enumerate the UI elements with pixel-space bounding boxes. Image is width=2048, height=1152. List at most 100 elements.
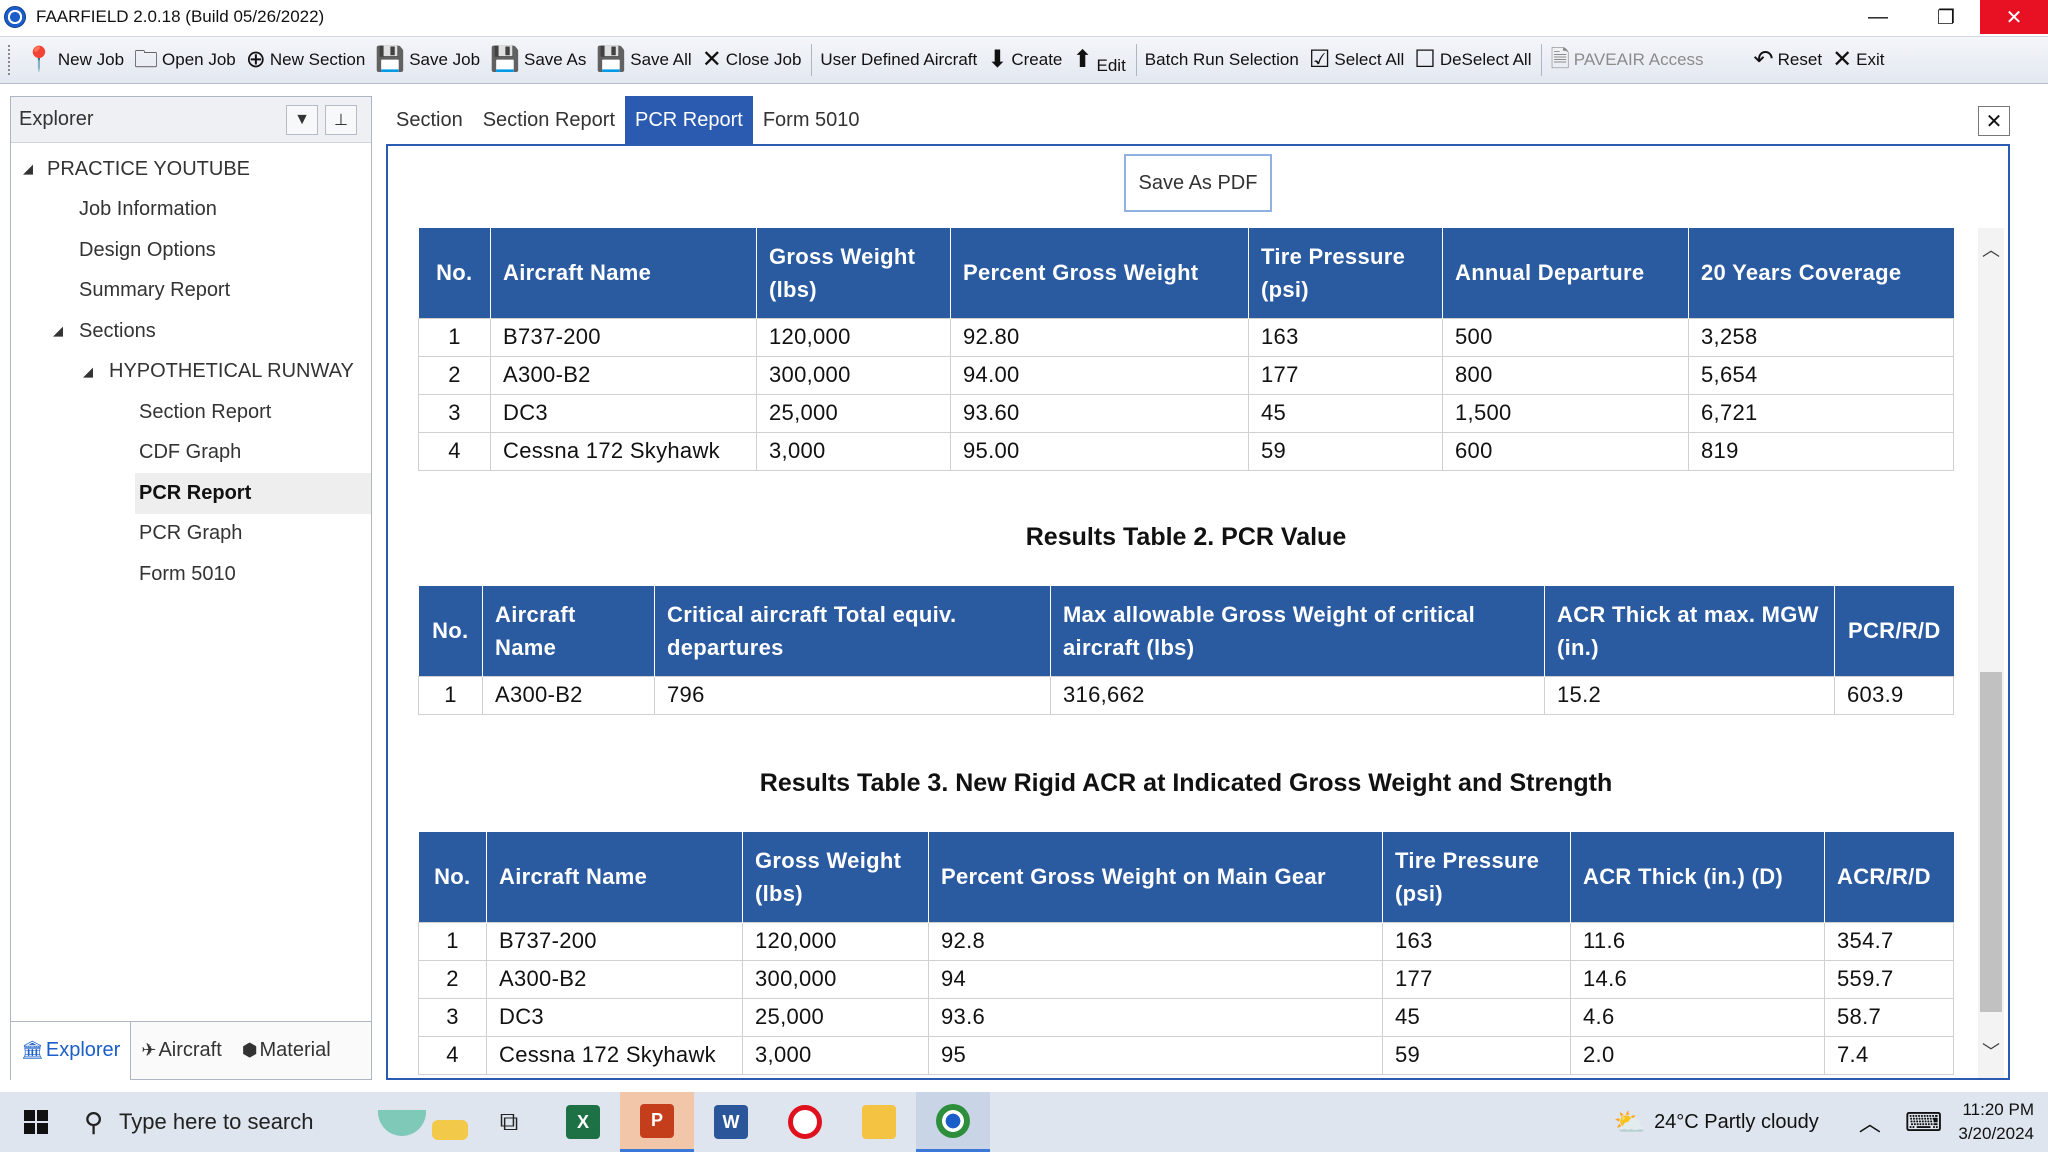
table-header-row: No. Aircraft Name Gross Weight (lbs) Per… <box>418 832 1954 922</box>
tree-item-design-options[interactable]: Design Options <box>11 230 371 271</box>
new-job-button[interactable]: 📍 New Job <box>20 40 130 80</box>
toolbar-separator <box>1541 44 1543 76</box>
report-vertical-scrollbar[interactable]: ︿ ﹀ <box>1978 228 2004 1078</box>
table-row: 1 B737-200 120,000 92.80 163 500 3,258 <box>418 317 1954 357</box>
save-as-pdf-button[interactable]: Save As PDF <box>1124 154 1272 212</box>
chevron-up-icon[interactable]: ︿ <box>1859 1106 1881 1138</box>
column-header: Percent Gross Weight <box>950 228 1249 318</box>
minimize-button[interactable]: — <box>1844 0 1912 34</box>
airplane-icon: ✈ <box>141 1040 157 1060</box>
triangle-down-icon: ▼ <box>294 111 310 128</box>
tree-item-job-information[interactable]: Job Information <box>11 190 371 231</box>
close-document-button[interactable]: ✕ <box>1978 106 2010 136</box>
tab-explorer[interactable]: 🏛 Explorer <box>11 1021 132 1080</box>
expanded-triangle-icon[interactable]: ◢ <box>23 161 41 177</box>
close-window-button[interactable]: ✕ <box>1980 0 2048 34</box>
create-button[interactable]: ⬇ Create <box>983 40 1068 80</box>
table-cell: 819 <box>1688 431 1954 471</box>
table-cell: 3 <box>418 393 491 433</box>
reset-button[interactable]: ↶ Reset <box>1750 40 1829 80</box>
clock-date: 3/20/2024 <box>1958 1124 2034 1143</box>
tree-item-root[interactable]: ◢ PRACTICE YOUTUBE <box>11 149 371 190</box>
taskbar-search[interactable]: ⚲ Type here to search <box>72 1092 372 1152</box>
taskbar-clock[interactable]: 11:20 PM 3/20/2024 <box>1942 1098 2048 1146</box>
tab-pcr-report[interactable]: PCR Report <box>625 96 753 144</box>
opera-icon <box>788 1105 822 1139</box>
deselect-all-button[interactable]: ☐ DeSelect All <box>1410 40 1537 80</box>
tree-item-sections[interactable]: ◢ Sections <box>11 311 371 352</box>
table-cell: A300-B2 <box>486 959 743 999</box>
table-cell: 177 <box>1248 355 1443 395</box>
tree-item-summary-report[interactable]: Summary Report <box>11 271 371 312</box>
exit-button[interactable]: ✕ Exit <box>1828 40 1890 80</box>
table-cell: 94 <box>928 959 1383 999</box>
tree-item-hypothetical-runway[interactable]: ◢ HYPOTHETICAL RUNWAY <box>11 352 371 393</box>
explorer-dropdown-button[interactable]: ▼ <box>286 105 318 135</box>
restore-button[interactable]: ❐ <box>1912 0 1980 34</box>
save-as-button[interactable]: 💾 Save As <box>486 40 592 80</box>
taskbar-file-explorer[interactable] <box>842 1092 916 1152</box>
tree-item-cdf-graph[interactable]: CDF Graph <box>11 433 371 474</box>
tab-aircraft[interactable]: ✈ Aircraft <box>131 1022 231 1080</box>
taskbar-opera[interactable] <box>768 1092 842 1152</box>
table-cell: 2.0 <box>1570 1035 1825 1075</box>
windows-logo-icon <box>24 1110 48 1134</box>
tree-item-pcr-report[interactable]: PCR Report <box>135 473 371 514</box>
folder-icon: 🗀 <box>134 46 159 73</box>
system-tray: ⛅ 24°C Partly cloudy ︿ ⌨ 11:20 PM 3/20/2… <box>1614 1092 2048 1152</box>
tree-item-pcr-graph[interactable]: PCR Graph <box>11 514 371 555</box>
column-header: Tire Pressure (psi) <box>1382 832 1571 922</box>
table-cell: 120,000 <box>742 921 929 961</box>
scroll-down-arrow-icon[interactable]: ﹀ <box>1978 1038 2004 1064</box>
tab-form-5010[interactable]: Form 5010 <box>753 96 870 144</box>
start-button[interactable] <box>0 1092 72 1152</box>
table-cell: 14.6 <box>1570 959 1825 999</box>
keyboard-icon[interactable]: ⌨ <box>1905 1107 1943 1138</box>
tab-section[interactable]: Section <box>386 96 473 144</box>
close-job-button[interactable]: ✕ Close Job <box>698 40 808 80</box>
taskbar-faarfield[interactable] <box>916 1092 990 1152</box>
new-rigid-acr-table: No. Aircraft Name Gross Weight (lbs) Per… <box>418 832 1954 1075</box>
checkbox-empty-icon: ☐ <box>1414 46 1436 73</box>
column-header: PCR/R/D <box>1834 586 1954 676</box>
toolbar-grip[interactable] <box>8 45 12 75</box>
tab-material[interactable]: ⬢ Material <box>232 1022 341 1080</box>
results-table-3-title: Results Table 3. New Rigid ACR at Indica… <box>759 769 1613 797</box>
edit-button[interactable]: ⬆ Edit <box>1068 40 1131 80</box>
tree-item-section-report[interactable]: Section Report <box>11 392 371 433</box>
scrollbar-thumb[interactable] <box>1980 672 2002 1012</box>
weather-text[interactable]: 24°C Partly cloudy <box>1654 1111 1819 1134</box>
save-all-button[interactable]: 💾 Save All <box>592 40 697 80</box>
table-cell: Cessna 172 Skyhawk <box>490 431 757 471</box>
select-all-button[interactable]: ☑ Select All <box>1305 40 1410 80</box>
scroll-up-arrow-icon[interactable]: ︿ <box>1978 236 2004 262</box>
table-cell: 11.6 <box>1570 921 1825 961</box>
taskbar-word[interactable]: W <box>694 1092 768 1152</box>
table-row: 1 A300-B2 796 316,662 15.2 603.9 <box>418 675 1954 715</box>
expanded-triangle-icon[interactable]: ◢ <box>53 323 71 339</box>
paveair-access-button[interactable]: 🗎 PAVEAIR Access <box>1546 40 1709 80</box>
save-job-button[interactable]: 💾 Save Job <box>371 40 486 80</box>
explorer-panel: Explorer ▼ ⊥ ◢ PRACTICE YOUTUBE Job Infor… <box>10 96 372 1080</box>
new-section-button[interactable]: ⊕ New Section <box>242 40 372 80</box>
taskbar-excel[interactable]: X <box>546 1092 620 1152</box>
table-cell: 354.7 <box>1824 921 1954 961</box>
powerpoint-icon: P <box>640 1103 674 1138</box>
table-cell: 59 <box>1248 431 1443 471</box>
task-view-button[interactable]: ⧉ <box>472 1092 546 1152</box>
table-cell: 15.2 <box>1544 675 1835 715</box>
expanded-triangle-icon[interactable]: ◢ <box>83 364 101 380</box>
table-cell: 95 <box>928 1035 1383 1075</box>
taskbar-powerpoint[interactable]: P <box>620 1092 694 1152</box>
table-cell: 95.00 <box>950 431 1249 471</box>
folder-icon <box>862 1105 896 1139</box>
open-job-button[interactable]: 🗀 Open Job <box>130 40 242 80</box>
explorer-pin-button[interactable]: ⊥ <box>325 105 357 135</box>
search-placeholder: Type here to search <box>119 1109 314 1134</box>
tree-item-form-5010[interactable]: Form 5010 <box>11 554 371 595</box>
table-cell: 2 <box>418 355 491 395</box>
table-cell: 94.00 <box>950 355 1249 395</box>
search-highlight-icon <box>372 1092 472 1152</box>
table-row: 4 Cessna 172 Skyhawk 3,000 95 59 2.0 7.4 <box>418 1035 1954 1075</box>
tab-section-report[interactable]: Section Report <box>473 96 625 144</box>
